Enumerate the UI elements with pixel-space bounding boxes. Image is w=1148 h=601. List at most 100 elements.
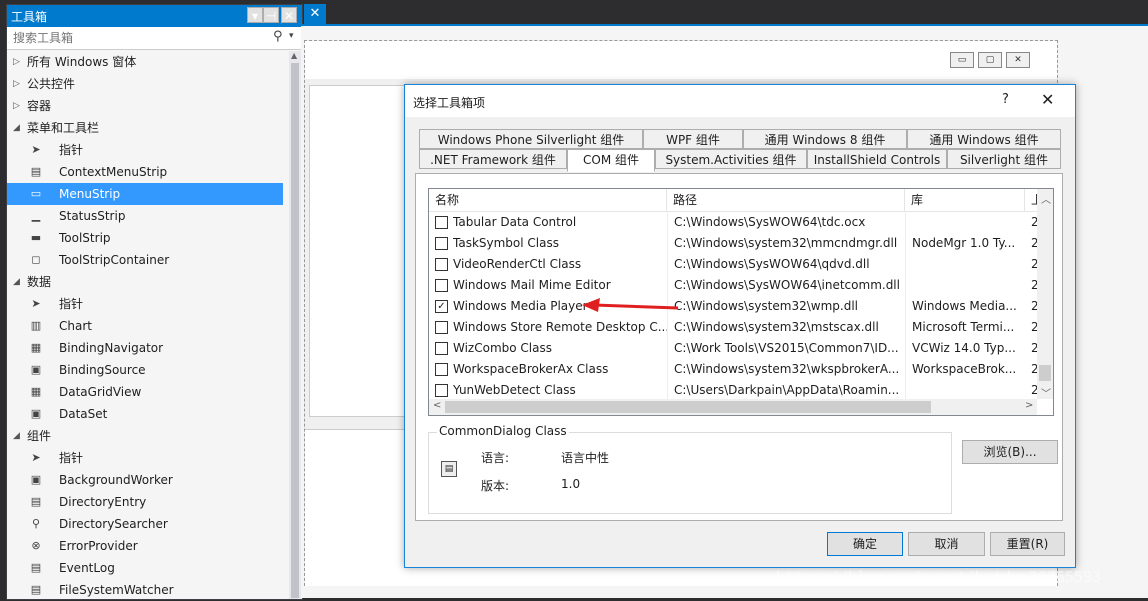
tab-system-activities[interactable]: System.Activities 组件 xyxy=(655,149,807,169)
tab-universal-windows[interactable]: 通用 Windows 组件 xyxy=(907,129,1061,149)
dropdown-icon[interactable]: ▾ xyxy=(247,7,263,23)
checkbox[interactable] xyxy=(435,342,448,355)
scrollbar-thumb[interactable] xyxy=(445,401,931,413)
component-library: VCWiz 14.0 Typ... xyxy=(912,341,1016,355)
horizontal-scrollbar[interactable]: < > xyxy=(429,399,1037,415)
column-header-name[interactable]: 名称 xyxy=(429,189,667,211)
toolbox-category[interactable]: ▷ 容器 xyxy=(7,95,283,117)
tab-net-framework[interactable]: .NET Framework 组件 xyxy=(419,149,567,169)
maximize-icon[interactable]: ▢ xyxy=(978,52,1002,68)
scroll-up-icon[interactable]: ︿ xyxy=(1041,191,1051,206)
toolbox-item[interactable]: ▤ DirectoryEntry xyxy=(7,491,283,513)
event-log-icon: ▤ xyxy=(30,561,42,574)
close-icon[interactable]: ✕ xyxy=(1006,52,1030,68)
toolbox-item[interactable]: ▬ ToolStrip xyxy=(7,227,283,249)
tab-wpf[interactable]: WPF 组件 xyxy=(643,129,743,149)
column-header-library[interactable]: 库 xyxy=(905,189,1025,211)
toolbox-category[interactable]: ▷ 所有 Windows 窗体 xyxy=(7,51,283,73)
toolbox-category[interactable]: ▷ 公共控件 xyxy=(7,73,283,95)
list-item[interactable]: YunWebDetect Class C:\Users\Darkpain\AppD… xyxy=(429,380,1037,401)
tab-close-button[interactable]: ✕ xyxy=(304,4,326,24)
toolbox-item[interactable]: ➤ 指针 xyxy=(7,139,283,161)
checkbox[interactable] xyxy=(435,258,448,271)
checkbox[interactable] xyxy=(435,237,448,250)
cancel-button[interactable]: 取消 xyxy=(908,532,985,556)
collapsed-icon[interactable]: ▷ xyxy=(13,51,23,73)
toolbox-item[interactable]: ▥ Chart xyxy=(7,315,283,337)
close-icon[interactable]: ✕ xyxy=(281,7,297,23)
component-list[interactable]: 名称 路径 库 上 Tabular Data Control C:\Windows… xyxy=(428,188,1054,416)
list-item[interactable]: TaskSymbol Class C:\Windows\system32\mmcn… xyxy=(429,233,1037,254)
help-icon[interactable]: ? xyxy=(1002,92,1009,107)
tab-installshield-controls[interactable]: InstallShield Controls xyxy=(807,149,947,169)
toolbox-item-label: DirectorySearcher xyxy=(59,517,168,531)
list-item[interactable]: Windows Store Remote Desktop C... C:\Wind… xyxy=(429,317,1037,338)
tab-windows-phone-silverlight[interactable]: Windows Phone Silverlight 组件 xyxy=(419,129,643,149)
checkbox[interactable] xyxy=(435,384,448,397)
minimize-icon[interactable]: ▭ xyxy=(950,52,974,68)
list-item[interactable]: Tabular Data Control C:\Windows\SysWOW64\… xyxy=(429,212,1037,233)
toolbox-category[interactable]: ◢ 数据 xyxy=(7,271,283,293)
ok-button[interactable]: 确定 xyxy=(827,532,903,556)
tab-universal-windows-8[interactable]: 通用 Windows 8 组件 xyxy=(743,129,907,149)
toolbox-item[interactable]: ▣ DataSet xyxy=(7,403,283,425)
toolbox-item[interactable]: ▣ BindingSource xyxy=(7,359,283,381)
reset-button[interactable]: 重置(R) xyxy=(990,532,1065,556)
list-rows: Tabular Data Control C:\Windows\SysWOW64\… xyxy=(429,212,1037,399)
list-item[interactable]: ✓ Windows Media Player C:\Windows\system32… xyxy=(429,296,1037,317)
checkbox[interactable]: ✓ xyxy=(435,300,448,313)
search-input[interactable] xyxy=(11,29,265,47)
toolbox-item[interactable]: ▭ MenuStrip xyxy=(7,183,283,205)
toolbox-item[interactable]: ➤ 指针 xyxy=(7,293,283,315)
list-item[interactable]: WizCombo Class C:\Work Tools\VS2015\Commo… xyxy=(429,338,1037,359)
tab-silverlight[interactable]: Silverlight 组件 xyxy=(947,149,1061,169)
checkbox[interactable] xyxy=(435,321,448,334)
search-icon[interactable]: ⚲ xyxy=(273,29,283,44)
collapsed-icon[interactable]: ▷ xyxy=(13,73,23,95)
checkbox[interactable] xyxy=(435,216,448,229)
component-name: TaskSymbol Class xyxy=(453,236,559,250)
checkbox[interactable] xyxy=(435,363,448,376)
toolbox-item[interactable]: ➤ 指针 xyxy=(7,447,283,469)
toolbox-item[interactable]: ⚲ DirectorySearcher xyxy=(7,513,283,535)
close-icon[interactable]: ✕ xyxy=(1041,90,1054,109)
scroll-up-icon[interactable]: ▲ xyxy=(291,51,297,60)
component-name: YunWebDetect Class xyxy=(453,383,576,397)
toolbox-item[interactable]: ▦ BindingNavigator xyxy=(7,337,283,359)
toolbox-item[interactable]: ▣ BackgroundWorker xyxy=(7,469,283,491)
toolbox-item[interactable]: ◻ ToolStripContainer xyxy=(7,249,283,271)
chevron-down-icon[interactable]: ▾ xyxy=(289,31,294,41)
list-item[interactable]: WorkspaceBrokerAx Class C:\Windows\system… xyxy=(429,359,1037,380)
tab-com[interactable]: COM 组件 xyxy=(567,149,655,172)
toolbox-item-label: BindingSource xyxy=(59,363,146,377)
scroll-left-icon[interactable]: < xyxy=(433,400,441,411)
scroll-right-icon[interactable]: > xyxy=(1025,400,1033,411)
expanded-icon[interactable]: ◢ xyxy=(13,117,23,139)
toolbox-scrollbar[interactable]: ▲ xyxy=(289,51,301,599)
scroll-down-icon[interactable]: ﹀ xyxy=(1041,385,1051,400)
toolbox-item[interactable]: ▤ EventLog xyxy=(7,557,283,579)
expanded-icon[interactable]: ◢ xyxy=(13,271,23,293)
column-header-version[interactable]: 上 xyxy=(1025,189,1037,211)
toolbox-item[interactable]: ▦ DataGridView xyxy=(7,381,283,403)
toolbox-item[interactable]: ▁ StatusStrip xyxy=(7,205,283,227)
list-item[interactable]: Windows Mail Mime Editor C:\Windows\SysWO… xyxy=(429,275,1037,296)
vertical-scrollbar[interactable]: ︿ ﹀ xyxy=(1037,189,1053,400)
list-item[interactable]: VideoRenderCtl Class C:\Windows\SysWOW64\… xyxy=(429,254,1037,275)
toolbox-category[interactable]: ◢ 组件 xyxy=(7,425,283,447)
checkbox[interactable] xyxy=(435,279,448,292)
toolbox-item[interactable]: ⊗ ErrorProvider xyxy=(7,535,283,557)
scrollbar-thumb[interactable] xyxy=(1039,365,1051,381)
column-header-path[interactable]: 路径 xyxy=(667,189,905,211)
browse-button[interactable]: 浏览(B)... xyxy=(962,440,1058,464)
scrollbar-thumb[interactable] xyxy=(291,63,299,598)
toolbox-item-label: 数据 xyxy=(27,275,52,289)
toolbox-item-label: DataGridView xyxy=(59,385,142,399)
expanded-icon[interactable]: ◢ xyxy=(13,425,23,447)
list-header: 名称 路径 库 上 xyxy=(429,189,1037,212)
toolbox-category[interactable]: ◢ 菜单和工具栏 xyxy=(7,117,283,139)
toolbox-item[interactable]: ▤ ContextMenuStrip xyxy=(7,161,283,183)
collapsed-icon[interactable]: ▷ xyxy=(13,95,23,117)
pin-icon[interactable]: ⊣ xyxy=(263,7,279,23)
dialog-title: 选择工具箱项 xyxy=(413,96,486,110)
